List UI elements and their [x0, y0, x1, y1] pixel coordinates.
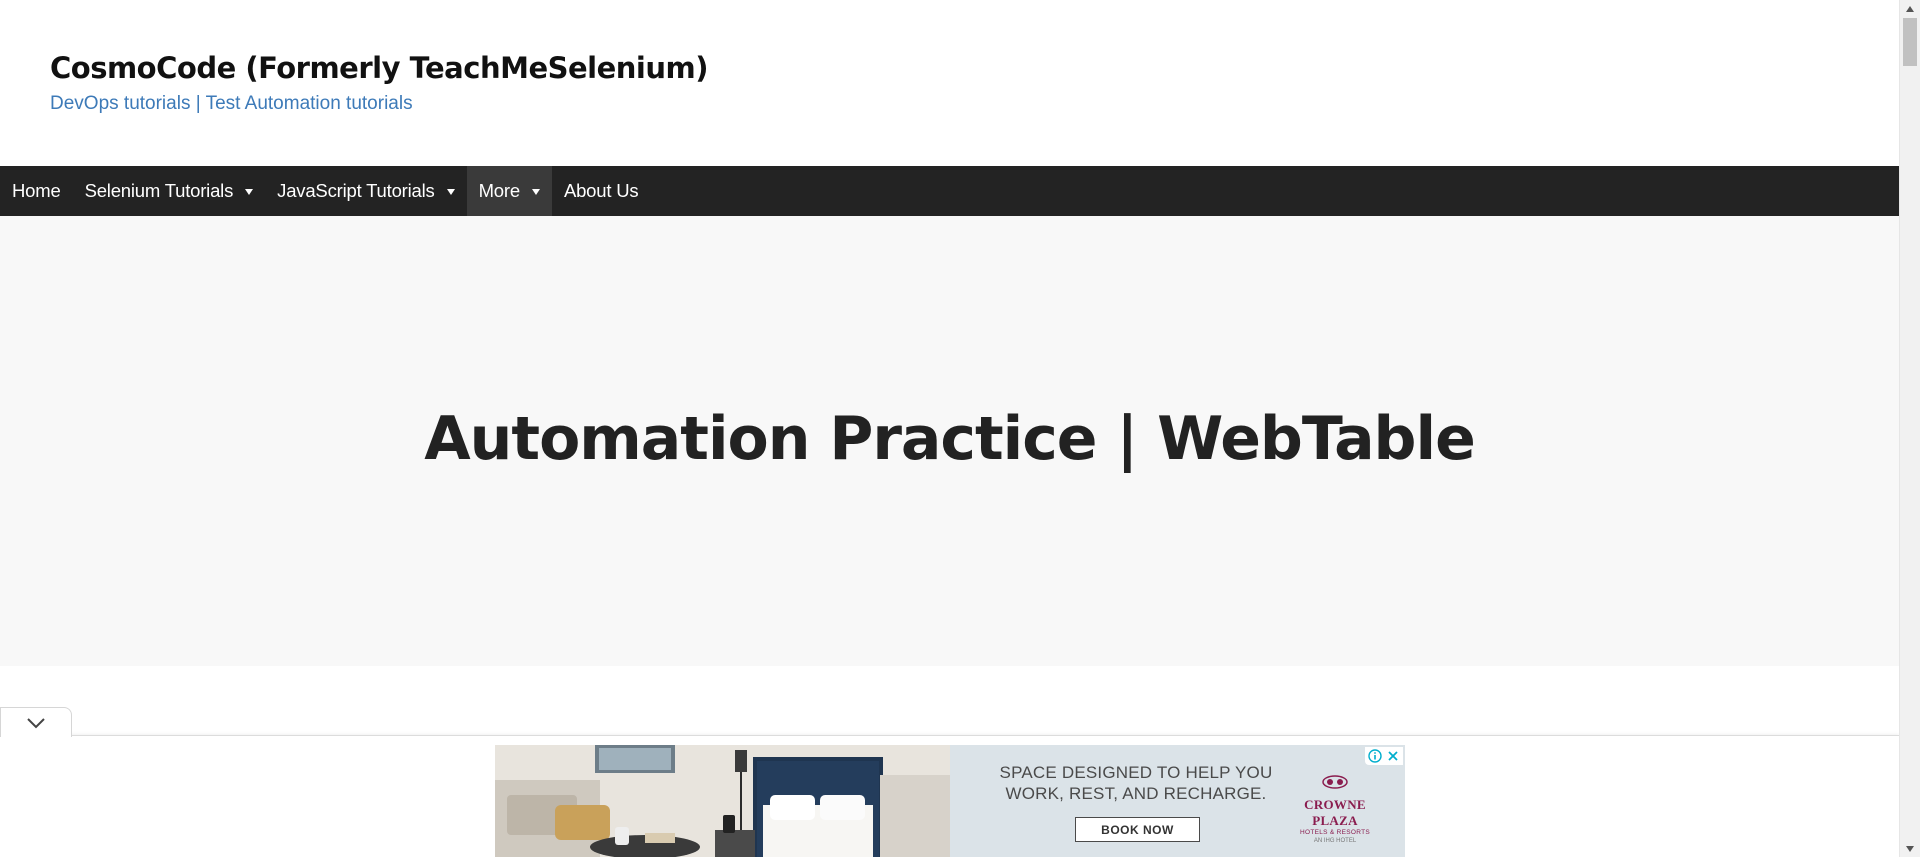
nav-item-javascript-tutorials[interactable]: JavaScript Tutorials [265, 166, 466, 216]
ad-brand-sub: HOTELS & RESORTS [1299, 829, 1371, 836]
scroll-up-button[interactable] [1900, 0, 1920, 17]
ad-headline: SPACE DESIGNED TO HELP YOU WORK, REST, A… [999, 763, 1273, 803]
nav-item-label: JavaScript Tutorials [277, 180, 435, 201]
ad-controls [1365, 747, 1403, 765]
ad-book-now-button[interactable]: BOOK NOW [1075, 817, 1200, 842]
ad-dock: SPACE DESIGNED TO HELP YOU WORK, REST, A… [0, 707, 1899, 857]
scroll-thumb[interactable] [1903, 18, 1917, 66]
crowne-plaza-logo-icon [1322, 775, 1348, 789]
nav-item-label: Selenium Tutorials [84, 180, 234, 201]
ad-brand-name: CROWNE PLAZA [1304, 797, 1366, 828]
site-tagline: DevOps tutorials | Test Automation tutor… [50, 93, 413, 114]
site-header: CosmoCode (Formerly TeachMeSelenium) Dev… [0, 0, 1899, 166]
nav-item-about-us[interactable]: About Us [552, 166, 651, 216]
caret-down-icon [245, 189, 254, 195]
page: CosmoCode (Formerly TeachMeSelenium) Dev… [0, 0, 1899, 857]
ad-banner[interactable]: SPACE DESIGNED TO HELP YOU WORK, REST, A… [495, 745, 1405, 857]
ad-brand: CROWNE PLAZA HOTELS & RESORTS AN IHG HOT… [1285, 775, 1385, 844]
hotel-room-image [495, 745, 950, 857]
vertical-scrollbar[interactable] [1899, 0, 1920, 857]
main-nav: Home Selenium Tutorials JavaScript Tutor… [0, 166, 1899, 216]
page-title: Automation Practice | WebTable [424, 404, 1476, 474]
nav-item-more[interactable]: More [466, 166, 552, 216]
caret-down-icon [446, 189, 455, 195]
nav-item-home[interactable]: Home [0, 166, 73, 216]
info-icon [1368, 749, 1382, 763]
close-icon [1388, 751, 1398, 761]
dock-toggle-button[interactable] [0, 707, 72, 737]
ad-info-button[interactable] [1367, 748, 1383, 764]
nav-item-label: More [478, 180, 521, 201]
arrow-up-icon [1906, 5, 1914, 12]
page-hero: Automation Practice | WebTable [0, 216, 1899, 666]
ad-close-button[interactable] [1385, 748, 1401, 764]
site-title[interactable]: CosmoCode (Formerly TeachMeSelenium) [50, 47, 1899, 89]
ad-copy: SPACE DESIGNED TO HELP YOU WORK, REST, A… [950, 745, 1405, 857]
ad-brand-sub2: AN IHG HOTEL [1313, 838, 1357, 844]
scroll-down-button[interactable] [1900, 840, 1920, 857]
caret-down-icon [531, 189, 540, 195]
ad-photo [495, 745, 950, 857]
nav-item-label: About Us [563, 180, 639, 201]
chevron-down-icon [27, 717, 45, 728]
nav-item-selenium-tutorials[interactable]: Selenium Tutorials [73, 166, 266, 216]
nav-item-label: Home [12, 180, 61, 201]
arrow-down-icon [1906, 845, 1914, 852]
